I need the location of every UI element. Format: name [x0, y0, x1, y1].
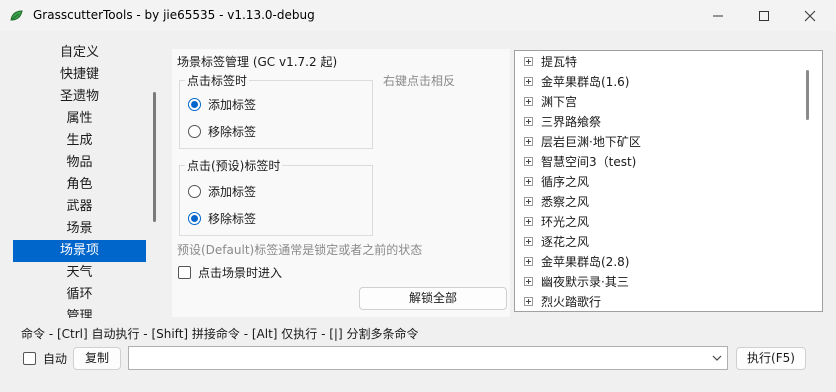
- sidebar-scrollbar[interactable]: [153, 92, 156, 222]
- scene-list-item[interactable]: 金苹果群岛(2.8): [515, 251, 822, 271]
- sidebar-item[interactable]: 角色: [13, 174, 146, 196]
- scene-list-item[interactable]: 悉察之风: [515, 191, 822, 211]
- expand-plus-icon[interactable]: [524, 296, 533, 306]
- preset-tag-group: 点击(预设)标签时 添加标签 移除标签: [179, 157, 373, 236]
- auto-execute-checkbox[interactable]: [23, 352, 36, 365]
- sidebar-item[interactable]: 循环: [13, 284, 146, 306]
- expand-plus-icon[interactable]: [524, 136, 533, 146]
- sidebar-item[interactable]: 自定义: [13, 42, 146, 64]
- sidebar-item[interactable]: 管理: [13, 306, 146, 318]
- scene-list-item[interactable]: 渊下宫: [515, 91, 822, 111]
- chevron-down-icon[interactable]: [712, 354, 722, 362]
- preset-tag-group-label: 点击(预设)标签时: [185, 157, 283, 174]
- click-add-tag-label: 添加标签: [208, 98, 257, 112]
- sidebar-item[interactable]: 属性: [13, 108, 146, 130]
- window-title: GrasscutterTools - by jie65535 - v1.13.0…: [33, 8, 315, 22]
- sidebar-item[interactable]: 快捷键: [13, 64, 146, 86]
- click-remove-tag-option[interactable]: 移除标签: [188, 123, 256, 140]
- close-button[interactable]: [787, 0, 833, 31]
- radio-button[interactable]: [188, 98, 201, 111]
- preset-add-tag-label: 添加标签: [208, 185, 257, 199]
- scene-list-item[interactable]: 逐花之风: [515, 231, 822, 251]
- scene-list-item-label: 烈火踏歌行: [541, 294, 602, 309]
- scene-list-item[interactable]: 提瓦特: [515, 51, 822, 71]
- auto-execute-option[interactable]: 自动: [23, 350, 67, 367]
- radio-button[interactable]: [188, 125, 201, 138]
- sidebar-item[interactable]: 生成: [13, 130, 146, 152]
- sidebar-nav: 自定义 快捷键 圣遗物 属性 生成 物品 角色 武器 场景 场景项 天气 循环 管理: [13, 42, 158, 318]
- enter-on-click-label: 点击场景时进入: [198, 266, 283, 280]
- scene-list-item[interactable]: 环光之风: [515, 211, 822, 231]
- preset-remove-tag-option[interactable]: 移除标签: [188, 210, 256, 227]
- expand-plus-icon[interactable]: [524, 76, 533, 86]
- execute-button[interactable]: 执行(F5): [736, 347, 806, 370]
- maximize-button[interactable]: [741, 0, 787, 31]
- sidebar-item[interactable]: 武器: [13, 196, 146, 218]
- expand-plus-icon[interactable]: [524, 196, 533, 206]
- scene-list-item[interactable]: 三界路飨祭: [515, 111, 822, 131]
- click-remove-tag-label: 移除标签: [208, 125, 257, 139]
- scene-list-item[interactable]: 智慧空间3（test): [515, 151, 822, 171]
- expand-plus-icon[interactable]: [524, 276, 533, 286]
- command-input[interactable]: [128, 346, 728, 370]
- expand-plus-icon[interactable]: [524, 96, 533, 106]
- panel-title: 场景标签管理 (GC v1.7.2 起): [177, 55, 338, 69]
- click-add-tag-option[interactable]: 添加标签: [188, 96, 256, 113]
- command-help-text: 命令 - [Ctrl] 自动执行 - [Shift] 拼接命令 - [Alt] …: [21, 327, 419, 341]
- copy-button[interactable]: 复制: [73, 347, 121, 370]
- expand-plus-icon[interactable]: [524, 236, 533, 246]
- scene-list-item-label: 层岩巨渊·地下矿区: [541, 134, 641, 149]
- preset-add-tag-option[interactable]: 添加标签: [188, 183, 256, 200]
- scene-tree-list: 提瓦特金苹果群岛(1.6) 渊下宫三界路飨祭层岩巨渊·地下矿区 智慧空间3（test…: [514, 50, 823, 312]
- radio-button[interactable]: [188, 212, 201, 225]
- expand-plus-icon[interactable]: [524, 256, 533, 266]
- scene-list-item-label: 循序之风: [541, 174, 590, 189]
- scene-list-item-label: 逐花之风: [541, 234, 590, 249]
- scene-list-item[interactable]: 幽夜默示录·其三: [515, 271, 822, 291]
- scene-list-item-label: 金苹果群岛(1.6): [541, 74, 630, 89]
- right-click-hint: 右键点击相反: [383, 74, 456, 88]
- scene-list-scrollbar[interactable]: [806, 70, 809, 120]
- auto-execute-label: 自动: [43, 352, 68, 366]
- expand-plus-icon[interactable]: [524, 116, 533, 126]
- scene-list-item-label: 悉察之风: [541, 194, 590, 209]
- close-icon: [804, 10, 816, 22]
- minimize-button[interactable]: [695, 0, 741, 31]
- expand-plus-icon[interactable]: [524, 216, 533, 226]
- maximize-icon: [759, 11, 769, 21]
- click-tag-group-label: 点击标签时: [185, 72, 250, 89]
- minimize-icon: [713, 15, 723, 17]
- radio-button[interactable]: [188, 185, 201, 198]
- scene-list-item[interactable]: 层岩巨渊·地下矿区: [515, 131, 822, 151]
- app-logo-icon: [9, 8, 25, 24]
- title-bar: GrasscutterTools - by jie65535 - v1.13.0…: [0, 0, 836, 31]
- enter-on-click-option[interactable]: 点击场景时进入: [178, 264, 282, 281]
- sidebar-item[interactable]: 场景项: [13, 240, 146, 262]
- scene-list-item-label: 环光之风: [541, 214, 590, 229]
- scene-list-item-label: 幽夜默示录·其三: [541, 274, 629, 289]
- expand-plus-icon[interactable]: [524, 156, 533, 166]
- sidebar-item[interactable]: 物品: [13, 152, 146, 174]
- default-tag-hint: 预设(Default)标签通常是锁定或者之前的状态: [177, 243, 423, 257]
- scene-list-item[interactable]: 循序之风: [515, 171, 822, 191]
- scene-list-item-label: 金苹果群岛(2.8): [541, 254, 630, 269]
- unlock-all-button[interactable]: 解锁全部: [359, 287, 507, 310]
- sidebar-item[interactable]: 圣遗物: [13, 86, 146, 108]
- expand-plus-icon[interactable]: [524, 56, 533, 66]
- click-tag-group: 点击标签时 添加标签 移除标签: [179, 72, 373, 149]
- scene-list-item-label: 渊下宫: [541, 94, 578, 109]
- preset-remove-tag-label: 移除标签: [208, 212, 257, 226]
- scene-list-item[interactable]: 烈火踏歌行: [515, 291, 822, 311]
- expand-plus-icon[interactable]: [524, 176, 533, 186]
- scene-list-item-label: 智慧空间3（test): [541, 154, 637, 169]
- scene-tag-panel: 场景标签管理 (GC v1.7.2 起) 点击标签时 添加标签 移除标签 右键点…: [172, 49, 510, 317]
- scene-list-item-label: 三界路飨祭: [541, 114, 602, 129]
- sidebar-item[interactable]: 场景: [13, 218, 146, 240]
- enter-on-click-checkbox[interactable]: [178, 266, 191, 279]
- scene-list-item-label: 提瓦特: [541, 54, 578, 69]
- scene-list-item[interactable]: 金苹果群岛(1.6): [515, 71, 822, 91]
- sidebar-item[interactable]: 天气: [13, 262, 146, 284]
